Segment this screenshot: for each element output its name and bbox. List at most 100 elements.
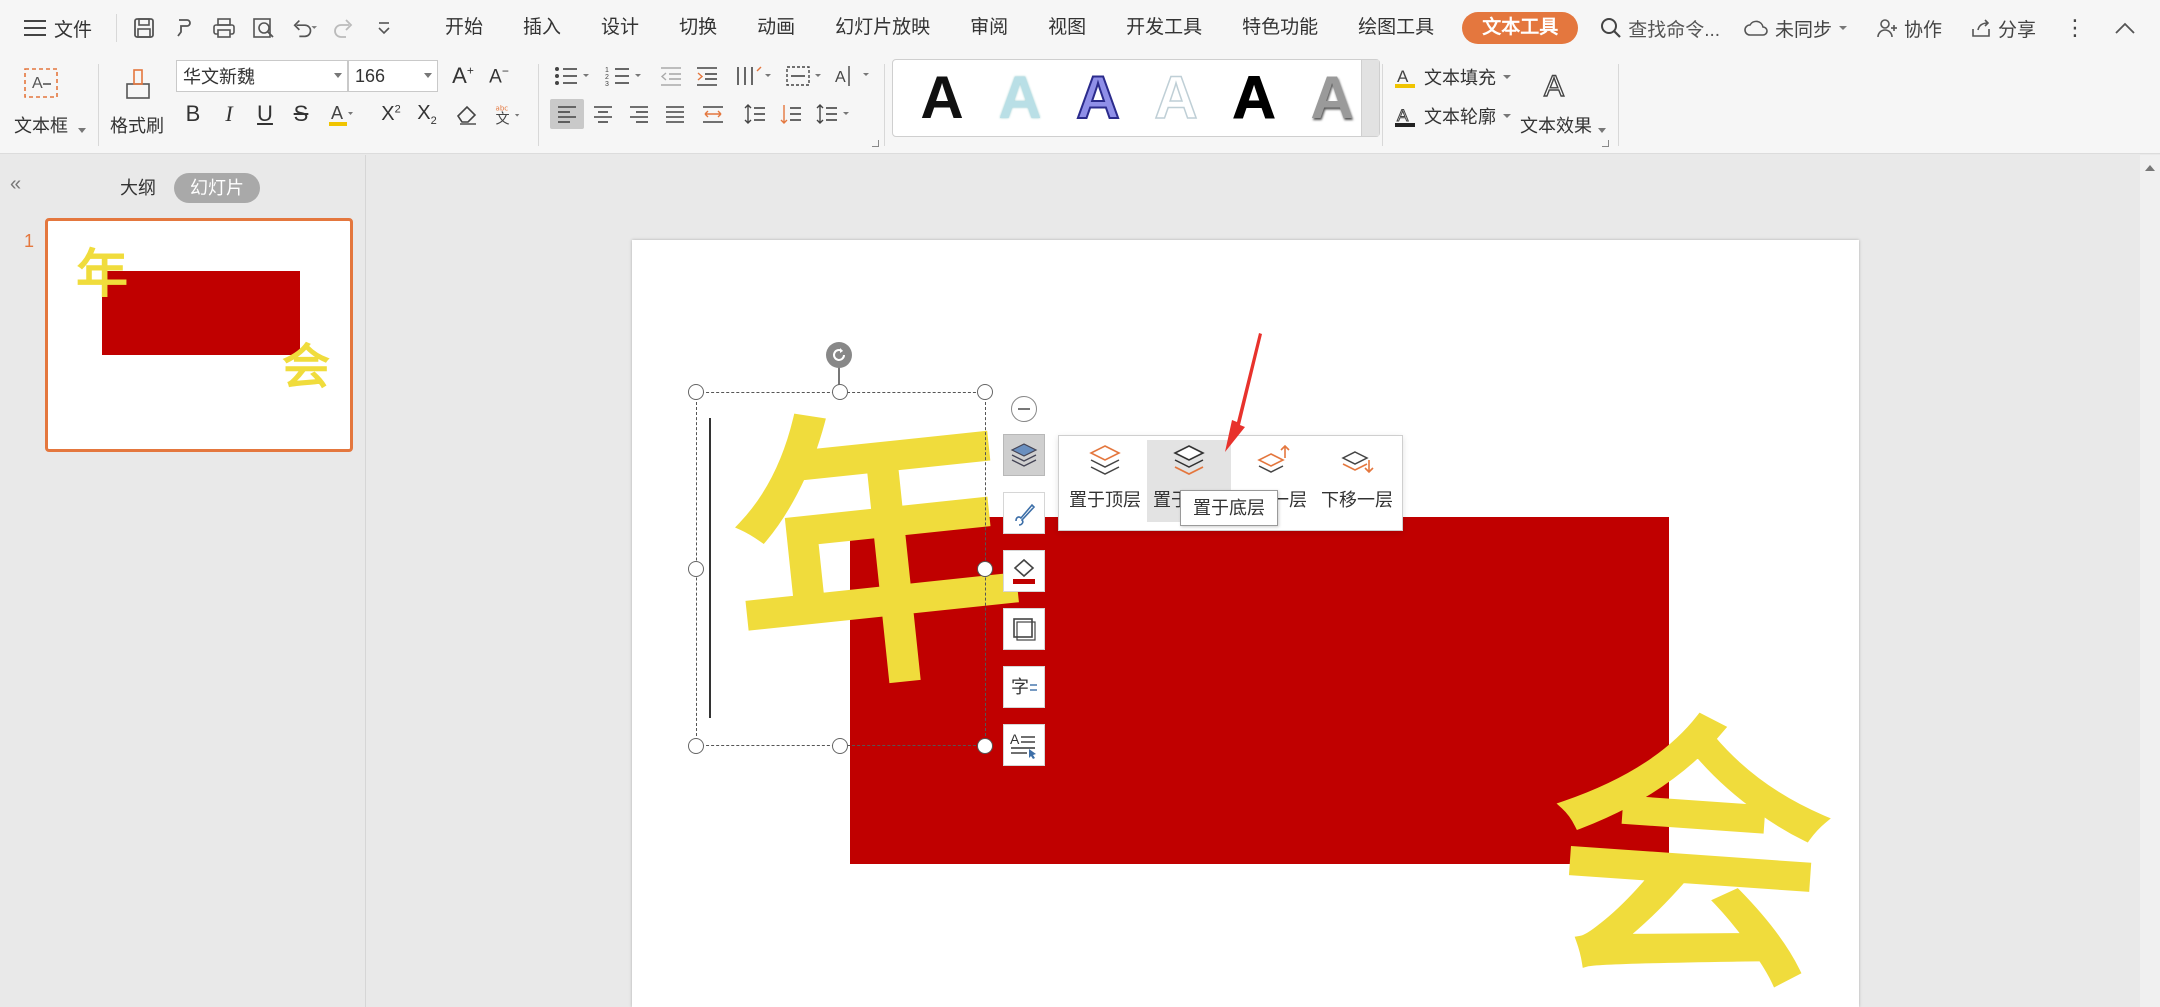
clear-format-icon[interactable] [452, 99, 482, 129]
slide-thumbnail[interactable]: 年 会 [45, 218, 353, 452]
increase-indent-icon[interactable] [692, 61, 722, 91]
text-effect-dropdown-arrow[interactable] [1598, 128, 1606, 133]
tab-review[interactable]: 审阅 [950, 8, 1028, 48]
spacing-options-icon[interactable] [814, 99, 854, 129]
italic-icon[interactable]: I [214, 99, 244, 129]
style-blue-outline[interactable]: A [1059, 59, 1137, 137]
style-black[interactable]: A [903, 59, 981, 137]
tab-special-features[interactable]: 特色功能 [1222, 8, 1338, 48]
decrease-font-icon[interactable]: A− [484, 61, 514, 91]
sync-status[interactable]: 未同步 [1743, 15, 1848, 42]
resize-handle-e[interactable] [977, 561, 993, 577]
command-search[interactable]: 查找命令... [1600, 15, 1720, 42]
paragraph-spacing-icon[interactable] [776, 99, 806, 129]
gallery-scroll[interactable] [1361, 60, 1379, 136]
collapse-toolbar-icon[interactable] [1011, 396, 1037, 422]
rotate-handle-icon[interactable] [826, 342, 852, 368]
text-effect-button[interactable]: A 文本效果 [1520, 62, 1592, 138]
font-color-icon[interactable]: A [324, 99, 354, 129]
font-name-select[interactable]: 华文新魏 [176, 60, 348, 92]
font-size-select[interactable]: 166 [348, 60, 438, 92]
vertical-scrollbar[interactable] [2140, 155, 2160, 1007]
tab-developer[interactable]: 开发工具 [1106, 8, 1222, 48]
collapse-ribbon-icon[interactable] [2114, 21, 2136, 35]
distribute-icon[interactable] [698, 99, 728, 129]
print-icon[interactable] [211, 15, 237, 41]
save-icon[interactable] [131, 15, 157, 41]
style-light-blue[interactable]: A [981, 59, 1059, 137]
arrange-layers-button[interactable] [1003, 434, 1045, 476]
bullet-list-icon[interactable] [552, 61, 592, 91]
shape-outline-button[interactable] [1003, 608, 1045, 650]
decrease-indent-icon[interactable] [656, 61, 686, 91]
text-outline-button[interactable]: A 文本轮廓 [1394, 103, 1512, 129]
format-painter-button[interactable]: 格式刷 [110, 62, 164, 138]
format-painter-qa-icon[interactable] [171, 15, 197, 41]
text-layout-button[interactable]: A [1003, 724, 1045, 766]
text-direction-icon[interactable]: A [832, 61, 872, 91]
text-dialog-launcher[interactable] [1602, 140, 1609, 147]
resize-handle-s[interactable] [832, 738, 848, 754]
send-backward-icon [1335, 440, 1379, 484]
char-hui[interactable]: 会 [1539, 682, 1841, 1007]
justify-icon[interactable] [660, 99, 690, 129]
shape-style-button[interactable] [1003, 492, 1045, 534]
fill-bucket-icon [1013, 558, 1035, 584]
bring-to-front-button[interactable]: 置于顶层 [1063, 440, 1147, 522]
paragraph-dialog-launcher[interactable] [872, 140, 879, 147]
textbox-button[interactable]: A 文本框 [14, 62, 68, 138]
align-center-icon[interactable] [588, 99, 618, 129]
tab-insert[interactable]: 插入 [503, 8, 581, 48]
shape-fill-button[interactable] [1003, 550, 1045, 592]
customize-qa-icon[interactable] [371, 15, 397, 41]
text-wrap-button[interactable]: 字 [1003, 666, 1045, 708]
numbered-list-icon[interactable]: 123 [604, 61, 644, 91]
tab-home[interactable]: 开始 [425, 8, 503, 48]
textbox-dropdown-arrow[interactable] [78, 128, 86, 133]
tab-view[interactable]: 视图 [1028, 8, 1106, 48]
resize-handle-ne[interactable] [977, 384, 993, 400]
resize-handle-w[interactable] [688, 561, 704, 577]
file-menu-button[interactable]: 文件 [14, 8, 102, 48]
resize-handle-sw[interactable] [688, 738, 704, 754]
superscript-icon[interactable]: X2 [376, 99, 406, 129]
strikethrough-icon[interactable]: S [286, 99, 316, 129]
style-gray-gradient[interactable]: A [1293, 59, 1371, 137]
line-spacing-icon[interactable] [740, 99, 770, 129]
tab-text-tools[interactable]: 文本工具 [1462, 12, 1579, 44]
align-text-icon[interactable] [784, 61, 824, 91]
collaborate-button[interactable]: 协作 [1876, 15, 1942, 42]
subscript-icon[interactable]: X2 [412, 99, 442, 129]
tab-transitions[interactable]: 切换 [659, 8, 737, 48]
align-right-icon[interactable] [624, 99, 654, 129]
more-options-icon[interactable]: ⋮ [2064, 15, 2086, 41]
text-fill-button[interactable]: A 文本填充 [1394, 64, 1512, 90]
svg-text:A: A [1397, 67, 1409, 86]
tab-animations[interactable]: 动画 [737, 8, 815, 48]
style-bold-black[interactable]: A [1215, 59, 1293, 137]
send-backward-button[interactable]: 下移一层 [1315, 440, 1399, 522]
text-style-gallery[interactable]: A A A A A A [892, 59, 1380, 137]
tab-slideshow[interactable]: 幻灯片放映 [815, 8, 950, 48]
tab-slides[interactable]: 幻灯片 [174, 173, 260, 203]
undo-icon[interactable] [291, 15, 318, 41]
share-button[interactable]: 分享 [1970, 15, 2036, 42]
resize-handle-n[interactable] [832, 384, 848, 400]
resize-handle-nw[interactable] [688, 384, 704, 400]
underline-icon[interactable]: U [250, 99, 280, 129]
tab-drawing-tools[interactable]: 绘图工具 [1338, 8, 1454, 48]
print-preview-icon[interactable] [251, 15, 277, 41]
style-white-outline[interactable]: A [1137, 59, 1215, 137]
tab-design[interactable]: 设计 [581, 8, 659, 48]
scroll-up-icon[interactable] [2145, 165, 2155, 171]
columns-icon[interactable] [734, 61, 774, 91]
tab-outline[interactable]: 大纲 [104, 173, 172, 203]
phonetic-guide-icon[interactable]: abc 文 [492, 99, 522, 129]
align-left-icon[interactable] [550, 99, 584, 129]
bold-icon[interactable]: B [178, 99, 208, 129]
collapse-panel-icon[interactable]: « [10, 173, 21, 196]
textbox-selection-frame[interactable] [696, 392, 986, 746]
increase-font-icon[interactable]: A+ [448, 61, 478, 91]
redo-icon[interactable] [331, 15, 357, 41]
resize-handle-se[interactable] [977, 738, 993, 754]
